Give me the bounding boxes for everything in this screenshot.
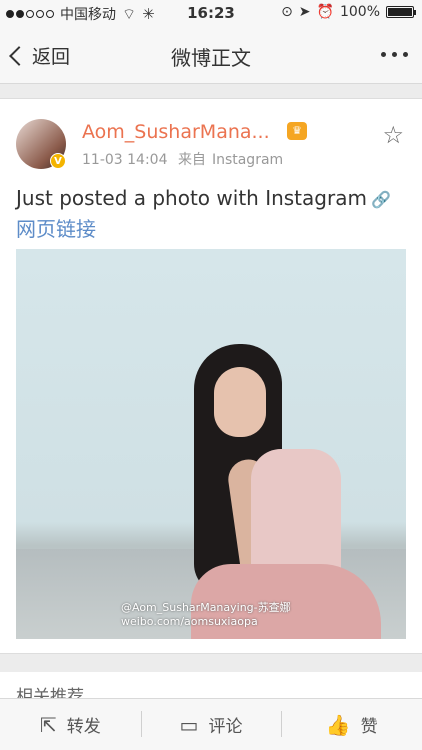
watermark-line-1: @Aom_SusharManaying-苏查娜: [121, 601, 291, 614]
alarm-icon: ⏰: [316, 4, 334, 20]
favorite-star-icon[interactable]: ☆: [382, 121, 404, 149]
status-bar: 中国移动 ⌔ ✳ 16:23 ⊙ ➤ ⏰ 100%: [0, 0, 422, 28]
username-link[interactable]: Aom_SusharMana...: [82, 121, 270, 143]
post-photo[interactable]: @Aom_SusharManaying-苏查娜 weibo.com/aomsux…: [16, 249, 406, 639]
post-meta: 11-03 14:04 来自 Instagram: [82, 149, 289, 169]
location-icon: ➤: [298, 4, 311, 20]
status-right: ⊙ ➤ ⏰ 100%: [281, 4, 416, 20]
web-link[interactable]: 网页链接: [16, 213, 96, 242]
navigation-bar: 返回 微博正文: [0, 28, 422, 84]
photo-dress: [251, 449, 341, 579]
related-title: 相关推荐: [16, 687, 84, 698]
post-timestamp: 11-03 14:04: [82, 152, 168, 168]
post-body: Just posted a photo with Instagram: [16, 186, 367, 210]
section-spacer: [0, 84, 422, 98]
source-prefix: 来自: [177, 152, 206, 168]
post-source: Instagram: [211, 152, 284, 168]
thumbs-up-icon: 👍: [325, 712, 351, 737]
more-dot-icon: [392, 52, 397, 57]
more-options-button[interactable]: [381, 52, 408, 57]
section-spacer: [0, 654, 422, 672]
watermark-line-2: weibo.com/aomsuxiaopa: [121, 615, 258, 628]
photo-watermark: @Aom_SusharManaying-苏查娜 weibo.com/aomsux…: [121, 601, 291, 629]
rotation-lock-icon: ⊙: [281, 4, 293, 20]
like-label: 赞: [360, 717, 378, 737]
comment-button[interactable]: ▭ 评论: [140, 699, 282, 750]
like-button[interactable]: 👍 赞: [281, 699, 422, 750]
photo-face: [214, 367, 266, 437]
comment-label: 评论: [208, 717, 243, 737]
repost-button[interactable]: ⇱ 转发: [0, 699, 141, 750]
verified-badge-icon: V: [50, 153, 66, 169]
vip-crown-icon: ♛: [287, 122, 307, 140]
related-section: 相关推荐: [0, 672, 422, 698]
more-dot-icon: [381, 52, 386, 57]
page-title: 微博正文: [171, 46, 251, 70]
battery-icon: [386, 6, 416, 18]
repost-label: 转发: [66, 717, 101, 737]
link-icon: 🔗: [370, 190, 391, 209]
post-card: V Aom_SusharMana... ♛ 11-03 14:04 来自 Inst…: [0, 98, 422, 654]
bottom-action-bar: ⇱ 转发 ▭ 评论 👍 赞: [0, 698, 422, 750]
more-dot-icon: [403, 52, 408, 57]
share-icon: ⇱: [39, 712, 57, 737]
comment-icon: ▭: [179, 712, 199, 737]
post-text: Just posted a photo with Instagram 🔗: [16, 183, 406, 215]
battery-percent: 100%: [339, 4, 380, 20]
